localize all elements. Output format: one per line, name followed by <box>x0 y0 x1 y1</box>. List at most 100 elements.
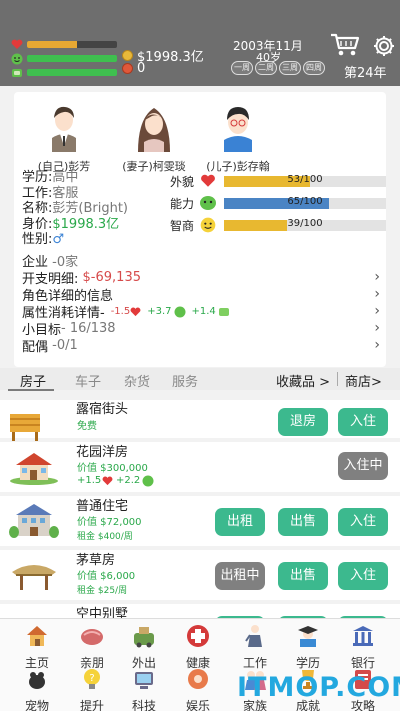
week-3[interactable]: 三周 <box>279 61 301 75</box>
nav-friends[interactable]: 亲朋 <box>72 623 112 671</box>
nav-home[interactable]: 主页 <box>17 623 57 671</box>
pet-icon <box>29 672 45 689</box>
category-tabs: 房子 车子 杂货 服务 收藏品 > 商店> <box>0 368 400 390</box>
avatar-self[interactable]: (自己)彭芳 <box>22 98 106 174</box>
entertainment-icon <box>188 669 208 689</box>
thatched-hut-image <box>12 565 56 590</box>
work-icon <box>245 625 262 647</box>
home-icon <box>27 626 47 646</box>
smile-icon <box>142 475 154 487</box>
gear-icon[interactable] <box>372 34 396 58</box>
trait-label: 外貌 <box>170 174 195 189</box>
chevron-right-icon: › <box>374 303 380 319</box>
divider <box>337 372 338 386</box>
heart-icon <box>130 307 141 316</box>
nav-label: 提升 <box>79 699 104 711</box>
avatar-son[interactable]: (儿子)彭存翰 <box>196 98 280 174</box>
trait-value: 65/100 <box>287 195 323 207</box>
name-value: 彭芳(Bright) <box>52 201 128 216</box>
living-in-button[interactable]: 入住中 <box>338 452 388 480</box>
energy-bar <box>27 69 117 76</box>
item-name: 露宿街头 <box>76 402 129 417</box>
detail-links: 企业 -0家 开支明细: $-69,135 › 角色详细的信息 › 属性消耗详情… <box>22 252 382 355</box>
week-4[interactable]: 四周 <box>303 61 325 75</box>
nav-label: 娱乐 <box>185 699 210 711</box>
ticket-display: 0 <box>122 61 145 76</box>
smile-icon <box>174 306 186 317</box>
tab-groceries[interactable]: 杂货 <box>124 371 150 390</box>
education-label: 学历: <box>22 170 53 185</box>
coin-icon <box>122 50 133 61</box>
trait-looks: 外貌 53/100 <box>170 170 386 192</box>
list-item: 露宿街头 免费 退房 入住 <box>0 400 400 441</box>
residence-image <box>9 504 59 538</box>
trait-value: 53/100 <box>287 173 323 185</box>
collection-button[interactable]: 收藏品 > <box>276 371 330 390</box>
avatar <box>138 108 170 152</box>
rent-out-button[interactable]: 出租 <box>215 508 265 536</box>
week-2[interactable]: 二周 <box>255 61 277 75</box>
move-in-button[interactable]: 入住 <box>338 508 388 536</box>
house-list: 露宿街头 免费 退房 入住 花园洋房 价值 $300,000 +1.5 +2.2… <box>0 396 400 618</box>
consume-row[interactable]: 属性消耗详情- -1.5 +3.7 +1.4 › <box>22 303 382 321</box>
nav-pets[interactable]: 宠物 <box>17 666 57 711</box>
item-rent: 租金 $400/周 <box>77 532 133 542</box>
health-stat <box>10 38 117 51</box>
outing-icon <box>134 627 154 648</box>
list-item: 空中别墅 <box>0 604 400 618</box>
chevron-right-icon: › <box>374 337 380 353</box>
avatar <box>224 107 252 152</box>
avatar-wife[interactable]: (妻子)柯雯琰 <box>112 98 196 174</box>
sell-button[interactable]: 出售 <box>278 562 328 590</box>
tab-services[interactable]: 服务 <box>172 371 198 390</box>
nav-entertainment[interactable]: 娱乐 <box>178 666 218 711</box>
item-price: 价值 $300,000 <box>77 463 148 474</box>
nav-education[interactable]: 学历 <box>288 623 328 671</box>
cart-icon[interactable] <box>330 32 360 58</box>
nav-bank[interactable]: 银行 <box>343 623 383 671</box>
item-name: 空中别墅 <box>76 607 129 618</box>
role-detail-row[interactable]: 角色详细的信息 › <box>22 286 382 304</box>
worth-label: 身价: <box>22 216 53 232</box>
shop-button[interactable]: 商店> <box>345 371 382 390</box>
smile-icon <box>198 216 218 234</box>
goal-row[interactable]: 小目标 - 16/138 › <box>22 320 382 338</box>
item-rent: 租金 $25/周 <box>77 586 128 596</box>
move-in-button[interactable]: 入住 <box>338 562 388 590</box>
week-selector: 一周 二周 三周 四周 <box>231 61 325 75</box>
week-1[interactable]: 一周 <box>231 61 253 75</box>
sell-button[interactable]: 出售 <box>278 508 328 536</box>
tab-car[interactable]: 车子 <box>75 371 101 390</box>
education-value: 高中 <box>52 170 79 185</box>
garden-house-image <box>10 453 58 485</box>
svg-text:?: ? <box>89 673 94 684</box>
renting-out-button[interactable]: 出租中 <box>215 562 265 590</box>
expense-row[interactable]: 开支明细: $-69,135 › <box>22 269 382 287</box>
nav-health[interactable]: 健康 <box>178 623 218 671</box>
nav-improve[interactable]: ? 提升 <box>72 666 112 711</box>
nav-label: 宠物 <box>24 699 49 711</box>
happy-bar <box>27 55 117 62</box>
trait-bar: 53/100 <box>224 173 386 187</box>
avatar <box>52 106 76 152</box>
item-price: 价值 $72,000 <box>77 517 142 528</box>
money-value: $1998.3亿 <box>137 50 204 65</box>
energy-stat <box>10 66 117 79</box>
expense-value: $-69,135 <box>82 270 141 285</box>
goal-value: - 16/138 <box>61 321 116 336</box>
list-item: 茅草房 价值 $6,000 租金 $25/周 出租中 出售 入住 <box>0 550 400 600</box>
nav-outing[interactable]: 外出 <box>124 623 164 671</box>
spouse-row[interactable]: 配偶 -0/1 › <box>22 337 382 355</box>
heart-icon <box>102 476 113 486</box>
gender-label: 性别: <box>22 232 53 247</box>
move-in-button[interactable]: 入住 <box>338 408 388 436</box>
item-health-bonus: +1.5 <box>77 475 102 486</box>
nav-work[interactable]: 工作 <box>235 623 275 671</box>
nav-label: 科技 <box>131 699 156 711</box>
checkout-button[interactable]: 退房 <box>278 408 328 436</box>
heart-icon <box>198 172 218 190</box>
nav-tech[interactable]: 科技 <box>124 666 164 711</box>
tab-house[interactable]: 房子 <box>20 371 46 390</box>
company-row[interactable]: 企业 -0家 <box>22 252 382 270</box>
item-name: 花园洋房 <box>76 445 129 460</box>
